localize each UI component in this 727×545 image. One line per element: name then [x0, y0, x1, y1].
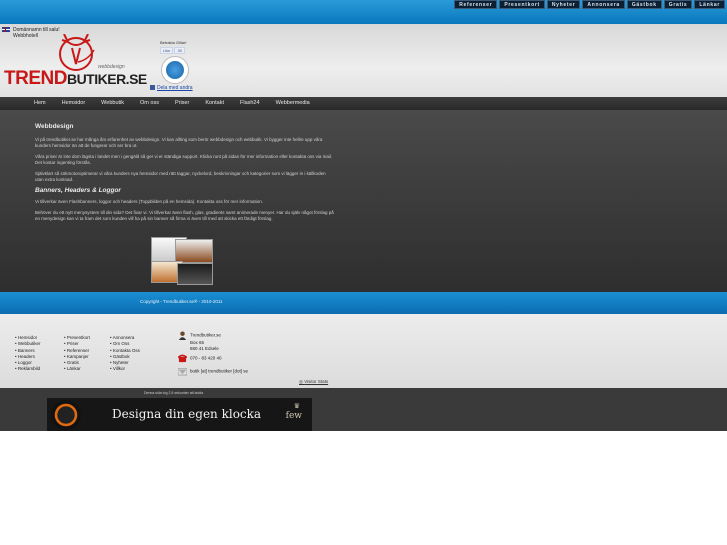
visitor-stats-link[interactable]: ◎ Visitor Stats: [299, 379, 328, 385]
copyright-text: Copyright - Trendbutiker.se® - 2010-2011: [140, 299, 223, 304]
footer-link[interactable]: • Reklambild: [15, 366, 41, 372]
ad-banner[interactable]: Designa din egen klocka ♛ few: [47, 398, 312, 431]
banner-brand: few: [285, 411, 302, 421]
footer-link[interactable]: • Länkar: [64, 366, 90, 372]
uk-flag-icon[interactable]: [2, 27, 10, 33]
contact-info: Trendbutiker.se Box 65 880 41 Edsele 070…: [178, 331, 248, 376]
social-label: Betrakta Gillar!: [160, 40, 187, 45]
contact-phone: 070 - 83 420 40: [190, 355, 222, 361]
top-bar: Referenser Presentkort Nyheter Annonsera…: [0, 0, 727, 24]
contact-name: Trendbutiker.se: [190, 332, 221, 338]
main-nav: Hem Hemsidor Webbutik Om oss Priser Kont…: [0, 97, 727, 110]
nav-kontakt[interactable]: Kontakt: [197, 97, 232, 110]
topnav-nyheter[interactable]: Nyheter: [546, 0, 581, 9]
nav-webbermedia[interactable]: Webbermedia: [268, 97, 318, 110]
topnav-gratis[interactable]: Gratis: [663, 0, 693, 9]
banner-text: Designa din egen klocka: [112, 407, 262, 421]
topnav-annonsera[interactable]: Annonsera: [582, 0, 625, 9]
paragraph-2: Våra priser är inte dom lägsta i landet …: [35, 154, 333, 165]
section-subtitle: Banners, Headers & Loggor: [35, 187, 121, 194]
logo-suffix: BUTIKER.SE: [66, 71, 147, 87]
content-text: Webbdesign Vi på trendbutiker.se har mån…: [35, 123, 335, 227]
footer: • Hemsidor • Webbutiker • Banners • Head…: [0, 314, 727, 388]
footer-link[interactable]: • Villkor: [110, 366, 140, 372]
share-label: Dela med andra: [157, 85, 193, 91]
phone-icon: [178, 354, 187, 362]
paragraph-1: Vi på trendbutiker.se har många års erfa…: [35, 137, 323, 148]
topnav-presentkort[interactable]: Presentkort: [499, 0, 545, 9]
facebook-icon: [150, 85, 155, 91]
header: Domännamn till salu! Webbhotell TRENDBUT…: [0, 24, 727, 97]
nav-om-oss[interactable]: Om oss: [132, 97, 167, 110]
topnav-gastbok[interactable]: Gästbok: [626, 0, 662, 9]
nav-webbutik[interactable]: Webbutik: [93, 97, 132, 110]
page-title: Webbdesign: [35, 123, 74, 130]
site-logo[interactable]: TRENDBUTIKER.SE webbdesign: [4, 34, 147, 94]
nav-priser[interactable]: Priser: [167, 97, 197, 110]
bird-badge-icon[interactable]: [161, 56, 189, 84]
mail-icon: [178, 368, 187, 376]
load-time-text: Denna sida tog 2.5 sekunder att ladda: [144, 391, 204, 395]
share-link[interactable]: Dela med andra: [150, 85, 193, 91]
contact-city: 880 41 Edsele: [190, 346, 219, 352]
like-label: Like: [163, 48, 171, 53]
nav-hem[interactable]: Hem: [26, 97, 54, 110]
social-box: Betrakta Gillar! Like 30: [160, 40, 186, 54]
contact-box: Box 65: [190, 340, 205, 345]
main-content: Webbdesign Vi på trendbutiker.se har mån…: [0, 110, 727, 292]
footer-col-2: • Presentkort • Priser • Referenser • Ka…: [64, 335, 90, 373]
screenshot-4: [177, 263, 213, 285]
topnav-lankar[interactable]: Länkar: [694, 0, 725, 9]
screenshot-collage[interactable]: [151, 237, 213, 285]
topnav-referenser[interactable]: Referenser: [454, 0, 498, 9]
footer-col-1: • Hemsidor • Webbutiker • Banners • Head…: [15, 335, 41, 373]
footer-col-3: • Annonsera • Om Oss • Kontakta Oss • Gä…: [110, 335, 140, 373]
logo-text: TRENDBUTIKER.SE: [4, 68, 147, 90]
like-count: 30: [174, 47, 185, 54]
contact-email[interactable]: butik [at] trendbutiker [dot] se: [190, 368, 248, 373]
person-icon: [178, 331, 187, 340]
facebook-like-button[interactable]: Like: [160, 47, 174, 54]
copyright-band: Copyright - Trendbutiker.se® - 2010-2011: [0, 292, 727, 314]
nav-hemsidor[interactable]: Hemsidor: [54, 97, 94, 110]
paragraph-5: Behöver du ett nytt menysystem till din …: [35, 210, 334, 221]
crown-icon: ♛: [293, 403, 300, 410]
nav-flash24[interactable]: Flash24: [232, 97, 268, 110]
top-nav: Referenser Presentkort Nyheter Annonsera…: [454, 0, 725, 9]
bottom-strip: Denna sida tog 2.5 sekunder att ladda De…: [0, 388, 727, 431]
watch-icon: [51, 400, 81, 430]
paragraph-4: Vi tillverkar även Flashbanners, loggor …: [35, 199, 264, 204]
logo-subtitle: webbdesign: [98, 64, 125, 70]
logo-main: TREND: [4, 68, 67, 89]
paragraph-3: Självklart så sökmotoroptimerar vi våra …: [35, 171, 326, 182]
screenshot-2: [175, 239, 213, 263]
